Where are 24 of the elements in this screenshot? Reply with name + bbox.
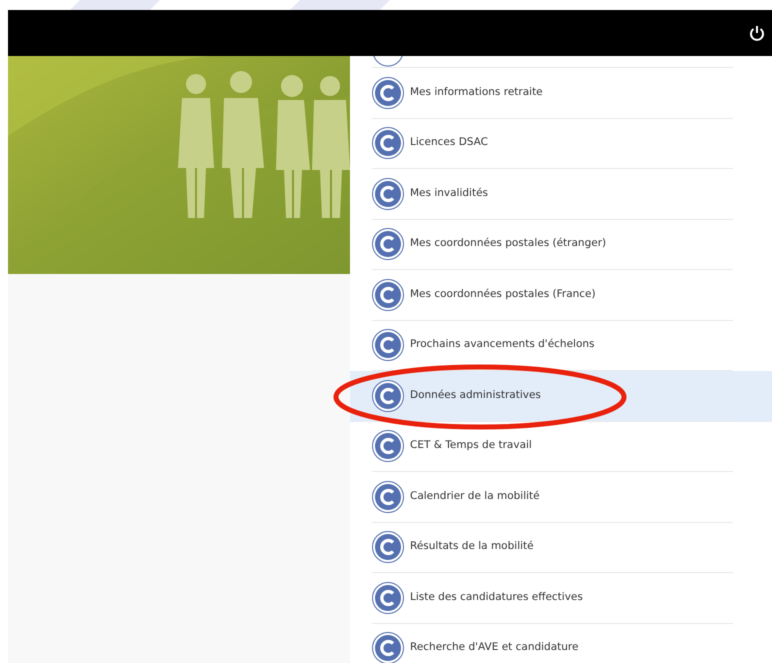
logo-icon bbox=[372, 127, 404, 160]
menu-item[interactable]: Mes coordonnées postales (étranger) bbox=[350, 220, 772, 270]
menu-item[interactable]: Résultats de la mobilité bbox=[350, 522, 772, 573]
logo-icon bbox=[372, 531, 404, 564]
logo-icon bbox=[372, 430, 404, 462]
menu-item[interactable]: Mes invalidités bbox=[350, 169, 772, 220]
menu-item[interactable]: Calendrier de la mobilité bbox=[350, 472, 772, 522]
logo-icon bbox=[372, 380, 404, 412]
logo-icon bbox=[372, 278, 404, 311]
menu-item[interactable]: CET & Temps de travail bbox=[350, 422, 772, 472]
logo-icon bbox=[372, 480, 404, 513]
logo-icon bbox=[372, 329, 404, 362]
menu-item[interactable]: Mes coordonnées postales (France) bbox=[350, 270, 772, 320]
menu-item[interactable]: Recherche d'AVE et candidature bbox=[350, 624, 772, 663]
menu-item[interactable]: Mes informations retraite bbox=[350, 68, 772, 118]
logo-icon bbox=[372, 228, 404, 260]
logo-icon bbox=[372, 76, 404, 109]
menu-item[interactable]: Liste des candidatures effectives bbox=[350, 573, 772, 624]
logo-icon bbox=[372, 582, 404, 614]
menu-item[interactable]: Données administratives bbox=[350, 371, 772, 422]
logo-icon bbox=[372, 178, 404, 210]
power-button[interactable] bbox=[748, 24, 766, 42]
logo-icon bbox=[372, 632, 404, 663]
menu-item[interactable]: Licences DSAC bbox=[350, 118, 772, 169]
